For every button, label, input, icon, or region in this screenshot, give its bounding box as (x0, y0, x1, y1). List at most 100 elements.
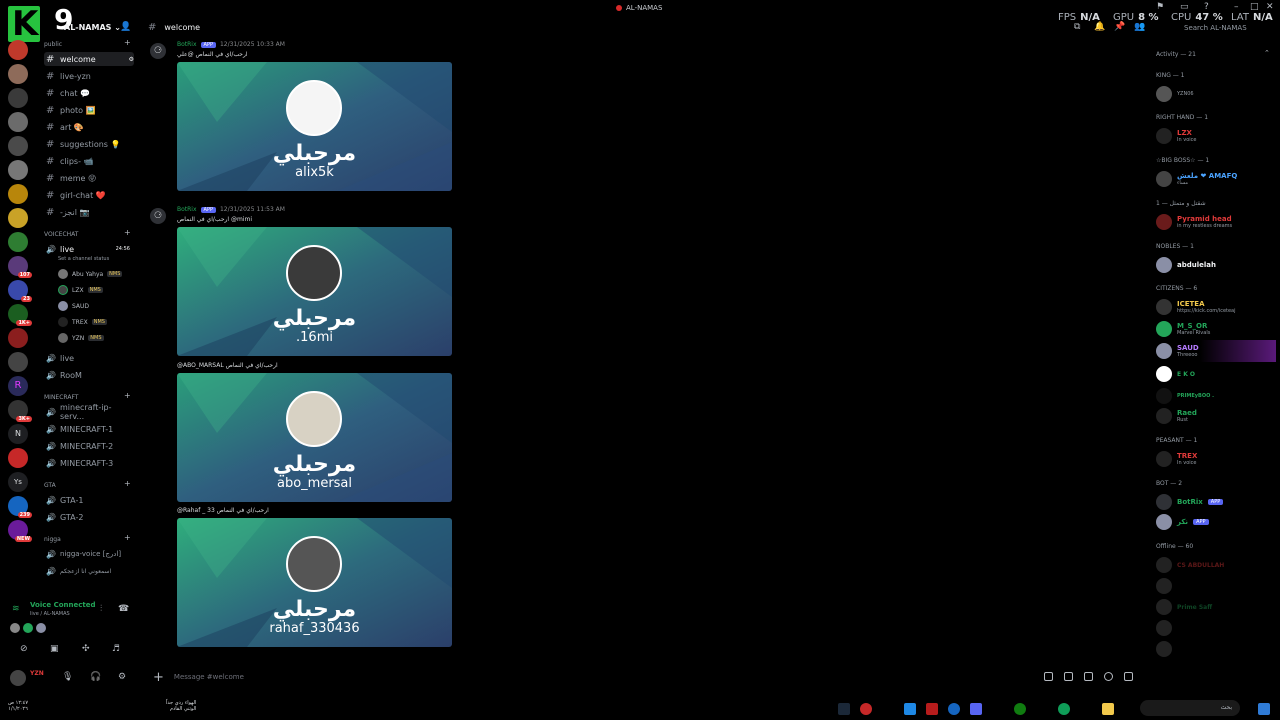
voice-channel-live-2[interactable]: 🔊 live (44, 351, 134, 365)
server-icon[interactable] (8, 136, 28, 156)
message-composer[interactable]: + Message #welcome (148, 668, 1140, 686)
member-item[interactable]: BotRix APP (1156, 494, 1224, 510)
discord-taskbar-icon[interactable] (970, 703, 982, 715)
server-icon[interactable]: N (8, 424, 28, 444)
channel-gta-2[interactable]: 🔊 GTA-2 (44, 510, 134, 524)
channel-clips[interactable]: # clips- 📹 (44, 154, 134, 168)
server-icon[interactable]: 239 (8, 496, 32, 518)
screen-share-icon[interactable]: ▣ (50, 644, 59, 654)
close-icon[interactable]: ✕ (1266, 2, 1274, 12)
member-item[interactable]: ملعش ❤ AMAFQ مساء (1156, 171, 1237, 187)
bot-avatar[interactable]: ⚆ (150, 43, 166, 59)
channel-minecraft-2[interactable]: 🔊 MINECRAFT-2 (44, 439, 134, 453)
server-icon[interactable] (8, 64, 28, 84)
collapse-icon[interactable]: ⌃ (1264, 49, 1270, 57)
emoji-icon[interactable] (1104, 672, 1113, 681)
help-icon[interactable]: ? (1204, 2, 1209, 12)
voice-channel-room[interactable]: 🔊 RooM (44, 368, 134, 382)
settings-gear-icon[interactable]: ⚙ (118, 672, 126, 682)
category-public[interactable]: public (44, 41, 62, 48)
add-channel-icon[interactable]: + (124, 391, 131, 400)
channel-gta-1[interactable]: 🔊 GTA-1 (44, 493, 134, 507)
channel-minecraft-1[interactable]: 🔊 MINECRAFT-1 (44, 422, 134, 436)
file-explorer-icon[interactable] (1102, 703, 1114, 715)
server-icon[interactable]: Ys (8, 472, 28, 492)
server-icon[interactable] (8, 160, 28, 180)
taskbar-search[interactable]: بحث (1140, 700, 1240, 716)
welcome-card[interactable]: مرحبلي abo_mersal (177, 373, 452, 502)
server-icon[interactable]: 107 (8, 256, 32, 278)
composer-placeholder[interactable]: Message #welcome (174, 673, 244, 681)
sticker-icon[interactable] (1084, 672, 1093, 681)
voice-channel-path[interactable]: live / AL-NAMAS (30, 611, 70, 617)
inbox-icon[interactable]: ▭ (1180, 2, 1189, 12)
voice-channel-live[interactable]: 🔊 live 24:56 (44, 242, 134, 256)
voice-user[interactable]: LZX NMS (58, 285, 103, 295)
channel-suggestions[interactable]: # suggestions 💡 (44, 137, 134, 151)
server-icon[interactable] (8, 448, 28, 468)
welcome-card[interactable]: مرحبلي alix5k (177, 62, 452, 191)
member-list-icon[interactable]: 👥 (1134, 22, 1145, 32)
channel-welcome[interactable]: # welcome ⚙ (44, 52, 134, 66)
category-voicechat[interactable]: VOICECHAT (44, 231, 78, 238)
channel-status[interactable]: Set a channel status (58, 256, 109, 262)
server-icon[interactable]: 1K+ (8, 304, 32, 326)
category-minecraft[interactable]: MINECRAFT (44, 394, 78, 401)
add-friend-icon[interactable]: 👤 (120, 22, 131, 32)
apps-icon[interactable] (1124, 672, 1133, 681)
soundboard-icon[interactable]: ♬ (112, 644, 120, 654)
member-item[interactable]: YZN06 (1156, 86, 1194, 102)
app-taskbar-icon[interactable] (904, 703, 916, 715)
xbox-taskbar-icon[interactable] (1014, 703, 1026, 715)
server-icon[interactable] (8, 112, 28, 132)
chrome-taskbar-icon[interactable] (1058, 703, 1070, 715)
noise-suppression-icon[interactable]: ⫶ (100, 604, 102, 614)
disconnect-icon[interactable]: ☎ (118, 604, 129, 614)
add-channel-icon[interactable]: + (124, 38, 131, 47)
member-item[interactable] (1156, 641, 1172, 657)
server-icon[interactable]: NEW (8, 520, 32, 542)
search-input[interactable]: Search AL-NAMAS (1184, 24, 1247, 32)
channel-photo[interactable]: # photo 🖼️ (44, 103, 134, 117)
threads-icon[interactable]: ⧉ (1074, 22, 1080, 32)
member-item[interactable] (1156, 620, 1172, 636)
add-channel-icon[interactable]: + (124, 533, 131, 542)
server-icon[interactable]: 3K+ (8, 400, 32, 422)
member-item[interactable]: Raed Rust (1156, 408, 1197, 424)
signal-icon[interactable]: ≋ (12, 604, 20, 614)
member-item[interactable]: SAUD Threeoo (1156, 343, 1199, 359)
channel-girl-chat[interactable]: # girl-chat ❤️ (44, 188, 134, 202)
attach-plus-icon[interactable]: + (153, 670, 164, 685)
member-item[interactable] (1156, 578, 1172, 594)
pinned-icon[interactable]: 📌 (1114, 22, 1125, 32)
server-icon[interactable] (8, 184, 28, 204)
server-icon[interactable] (8, 208, 28, 228)
voice-user[interactable]: TREX NMS (58, 317, 107, 327)
gift-icon[interactable] (1044, 672, 1053, 681)
activity-header[interactable]: Activity — 21 (1156, 51, 1196, 58)
app-taskbar-icon[interactable] (860, 703, 872, 715)
start-button-icon[interactable] (1258, 703, 1270, 715)
category-nigga[interactable]: nigga (44, 536, 61, 543)
member-item[interactable]: ICETEA https://kick.com/iceteaj (1156, 299, 1236, 315)
server-icon[interactable] (8, 232, 28, 252)
server-name[interactable]: AL-NAMAS ⌄ (64, 23, 121, 32)
member-item[interactable]: Prime Saff (1156, 599, 1212, 615)
weather-widget[interactable]: الهواء ردي جداً الوثني القادم (166, 700, 196, 712)
add-channel-icon[interactable]: + (124, 228, 131, 237)
app-taskbar-icon[interactable] (948, 703, 960, 715)
minimize-icon[interactable]: – (1234, 2, 1239, 12)
member-item[interactable]: Pyramid head in my restless dreams (1156, 214, 1232, 230)
channel-chat[interactable]: # chat 💬 (44, 86, 134, 100)
channel-voice-2[interactable]: 🔊 اسمعوني انا ازعجكم (44, 564, 134, 578)
server-icon[interactable] (8, 352, 28, 372)
camera-off-icon[interactable]: ⊘ (20, 644, 28, 654)
maximize-icon[interactable]: □ (1250, 2, 1259, 12)
bot-name[interactable]: BotRix (177, 41, 197, 48)
gif-icon[interactable] (1064, 672, 1073, 681)
category-gta[interactable]: GTA (44, 482, 56, 489)
channel-voice-1[interactable]: 🔊 nigga-voice [ادرج] (44, 547, 134, 561)
voice-user[interactable]: Abu Yahya NMS (58, 269, 123, 279)
notification-bell-icon[interactable]: 🔔 (1094, 22, 1105, 32)
voice-user[interactable]: YZN NMS (58, 333, 104, 343)
